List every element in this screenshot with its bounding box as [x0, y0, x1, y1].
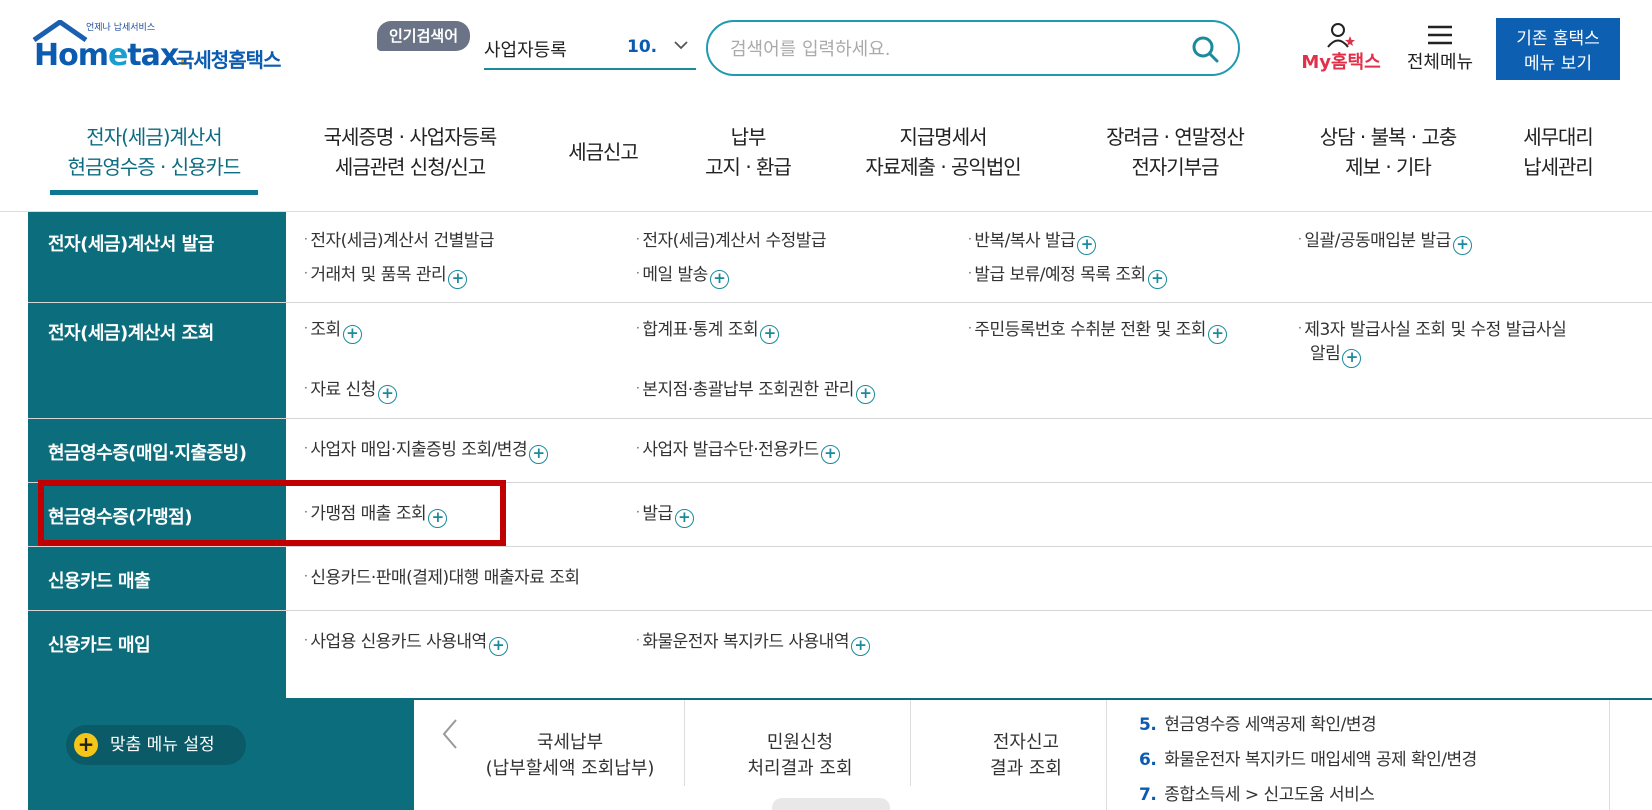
menu-link[interactable]: · 메일 발송 +	[636, 260, 729, 289]
quick-link-civil-petition[interactable]: 민원신청 처리결과 조회	[690, 730, 910, 782]
nav-tab-payment[interactable]: 납부 고지 · 환급	[688, 122, 808, 182]
expand-plus-icon[interactable]: +	[1077, 236, 1097, 255]
legacy-hometax-menu-button[interactable]: 기존 홈택스 메뉴 보기	[1496, 18, 1620, 80]
row-title: 신용카드 매출	[48, 571, 151, 592]
all-menu-label: 전체메뉴	[1406, 52, 1474, 73]
menu-link[interactable]: · 사업자 매입·지출증빙 조회/변경 +	[304, 435, 549, 464]
expand-plus-icon[interactable]: +	[377, 385, 397, 404]
logo-subtitle: 국세청홈택스	[176, 48, 281, 72]
expand-plus-icon[interactable]: +	[1452, 236, 1472, 255]
list-item[interactable]: 7. 종합소득세 > 신고도움 서비스	[1139, 780, 1375, 805]
popular-service-list: 5. 현금영수증 세액공제 확인/변경 6. 화물운전자 복지카드 매입세액 공제 …	[1106, 700, 1610, 810]
nav-tab-consultation[interactable]: 상담 · 불복 · 고충 제보 · 기타	[1298, 122, 1478, 182]
active-tab-underline	[50, 190, 258, 195]
menu-row-credit-card-sales: 신용카드 매출 · 신용카드·판매(결제)대행 매출자료 조회	[28, 547, 1652, 611]
expand-plus-icon[interactable]: +	[855, 385, 875, 404]
expand-plus-icon[interactable]: +	[760, 325, 780, 344]
expand-plus-icon[interactable]: +	[1207, 325, 1227, 344]
highlight-box	[38, 480, 506, 546]
menu-link[interactable]: · 전자(세금)계산서 수정발급	[636, 226, 827, 254]
expand-plus-icon[interactable]: +	[1147, 270, 1167, 289]
expand-plus-icon[interactable]: +	[674, 509, 694, 528]
search-box	[706, 20, 1240, 76]
menu-link[interactable]: · 화물운전자 복지카드 사용내역 +	[636, 627, 870, 656]
all-menu-button[interactable]: 전체메뉴	[1402, 22, 1478, 78]
menu-link[interactable]: · 신용카드·판매(결제)대행 매출자료 조회	[304, 563, 580, 591]
nav-tab-incentives[interactable]: 장려금 · 연말정산 전자기부금	[1080, 122, 1270, 182]
menu-link[interactable]: · 사업자 발급수단·전용카드 +	[636, 435, 840, 464]
main-nav: 전자(세금)계산서 현금영수증 · 신용카드 국세증명 · 사업자등록 세금관련 신…	[0, 110, 1652, 212]
menu-row-e-invoice-lookup: 전자(세금)계산서 조회 · 조회 + · 합계표·통계 조회 + · 주민등록번호 수취…	[28, 303, 1652, 419]
expand-plus-icon[interactable]: +	[488, 637, 508, 656]
menu-link[interactable]: · 일괄/공동매입분 발급 +	[1298, 226, 1472, 255]
row-title: 전자(세금)계산서 조회	[48, 323, 214, 344]
hometax-logo[interactable]: 언제나 납세서비스 Hometax. 국세청홈택스	[30, 20, 300, 82]
menu-link[interactable]: · 조회 +	[304, 315, 362, 344]
menu-link[interactable]: · 거래처 및 품목 관리 +	[304, 260, 468, 289]
chevron-left-icon[interactable]	[438, 716, 462, 752]
quick-link-tax-payment[interactable]: 국세납부 (납부할세액 조회납부)	[460, 730, 680, 782]
expand-plus-icon[interactable]: +	[529, 445, 549, 464]
expand-plus-icon[interactable]: +	[850, 637, 870, 656]
expand-plus-icon[interactable]: +	[448, 270, 468, 289]
popular-rank: 10.	[627, 37, 658, 57]
divider	[910, 700, 911, 786]
search-icon[interactable]	[1190, 34, 1220, 64]
expand-plus-icon[interactable]: +	[709, 270, 729, 289]
menu-row-cash-receipt-purchase: 현금영수증(매입·지출증빙) · 사업자 매입·지출증빙 조회/변경 + · 사업자 …	[28, 419, 1652, 483]
hamburger-menu-icon	[1428, 25, 1452, 45]
row-title: 신용카드 매입	[48, 635, 151, 656]
plus-circle-icon: +	[74, 733, 98, 757]
nav-tab-statements[interactable]: 지급명세서 자료제출 · 공익법인	[846, 122, 1040, 182]
my-hometax-label: My홈택스	[1301, 52, 1381, 73]
menu-link[interactable]: · 발급 +	[636, 499, 694, 528]
chevron-down-icon[interactable]	[672, 36, 690, 54]
menu-link[interactable]: 알림 +	[1310, 341, 1362, 368]
search-input[interactable]	[730, 35, 1170, 63]
menu-link[interactable]: · 발급 보류/예정 목록 조회 +	[968, 260, 1167, 289]
expand-plus-icon[interactable]: +	[1342, 349, 1362, 368]
menu-link[interactable]: · 반복/복사 발급 +	[968, 226, 1097, 255]
expand-plus-icon[interactable]: +	[342, 325, 362, 344]
menu-link[interactable]: · 사업용 신용카드 사용내역 +	[304, 627, 508, 656]
expand-plus-icon[interactable]: +	[820, 445, 840, 464]
list-item[interactable]: 6. 화물운전자 복지카드 매입세액 공제 확인/변경	[1139, 745, 1477, 770]
logo-tagline: 언제나 납세서비스	[86, 23, 156, 33]
row-title: 현금영수증(매입·지출증빙)	[48, 443, 247, 464]
row-title: 전자(세금)계산서 발급	[48, 234, 214, 255]
quick-link-e-filing-result[interactable]: 전자신고 결과 조회	[916, 730, 1136, 782]
mega-menu: 전자(세금)계산서 발급 · 전자(세금)계산서 건별발급 · 전자(세금)계산서 …	[28, 212, 1652, 700]
view-all-button[interactable]	[772, 798, 890, 810]
menu-link[interactable]: · 자료 신청 +	[304, 375, 397, 404]
popular-search-badge: 인기검색어	[377, 21, 471, 51]
list-item[interactable]: 5. 현금영수증 세액공제 확인/변경	[1139, 710, 1377, 735]
my-hometax-button[interactable]: My홈택스	[1296, 22, 1386, 78]
custom-menu-settings-button[interactable]: + 맞춤 메뉴 설정	[66, 725, 246, 765]
header: 언제나 납세서비스 Hometax. 국세청홈택스 인기검색어 사업자등록 10…	[0, 0, 1652, 100]
page: 언제나 납세서비스 Hometax. 국세청홈택스 인기검색어 사업자등록 10…	[0, 0, 1652, 810]
nav-tab-tax-agent[interactable]: 세무대리 납세관리	[1508, 122, 1608, 182]
popular-keyword[interactable]: 사업자등록	[484, 36, 567, 62]
menu-link[interactable]: · 합계표·통계 조회 +	[636, 315, 780, 344]
menu-row-e-invoice-issue: 전자(세금)계산서 발급 · 전자(세금)계산서 건별발급 · 전자(세금)계산서 …	[28, 212, 1652, 303]
nav-tab-tax-return[interactable]: 세금신고	[556, 137, 650, 167]
popular-keyword-dropdown[interactable]: 사업자등록 10.	[484, 28, 696, 70]
nav-tab-e-invoice[interactable]: 전자(세금)계산서 현금영수증 · 신용카드	[50, 122, 258, 182]
logo-wordmark: Hometax.	[34, 38, 190, 73]
nav-tab-certificates[interactable]: 국세증명 · 사업자등록 세금관련 신청/신고	[300, 122, 520, 182]
menu-link[interactable]: · 제3자 발급사실 조회 및 수정 발급사실	[1298, 315, 1567, 343]
divider	[684, 700, 685, 786]
menu-link[interactable]: · 주민등록번호 수취분 전환 및 조회 +	[968, 315, 1227, 344]
menu-link[interactable]: · 본지점·총괄납부 조회권한 관리 +	[636, 375, 875, 404]
menu-row-credit-card-purchase: 신용카드 매입 · 사업용 신용카드 사용내역 + · 화물운전자 복지카드 사용내역…	[28, 611, 1652, 700]
menu-link[interactable]: · 전자(세금)계산서 건별발급	[304, 226, 495, 254]
user-star-icon	[1327, 23, 1355, 48]
